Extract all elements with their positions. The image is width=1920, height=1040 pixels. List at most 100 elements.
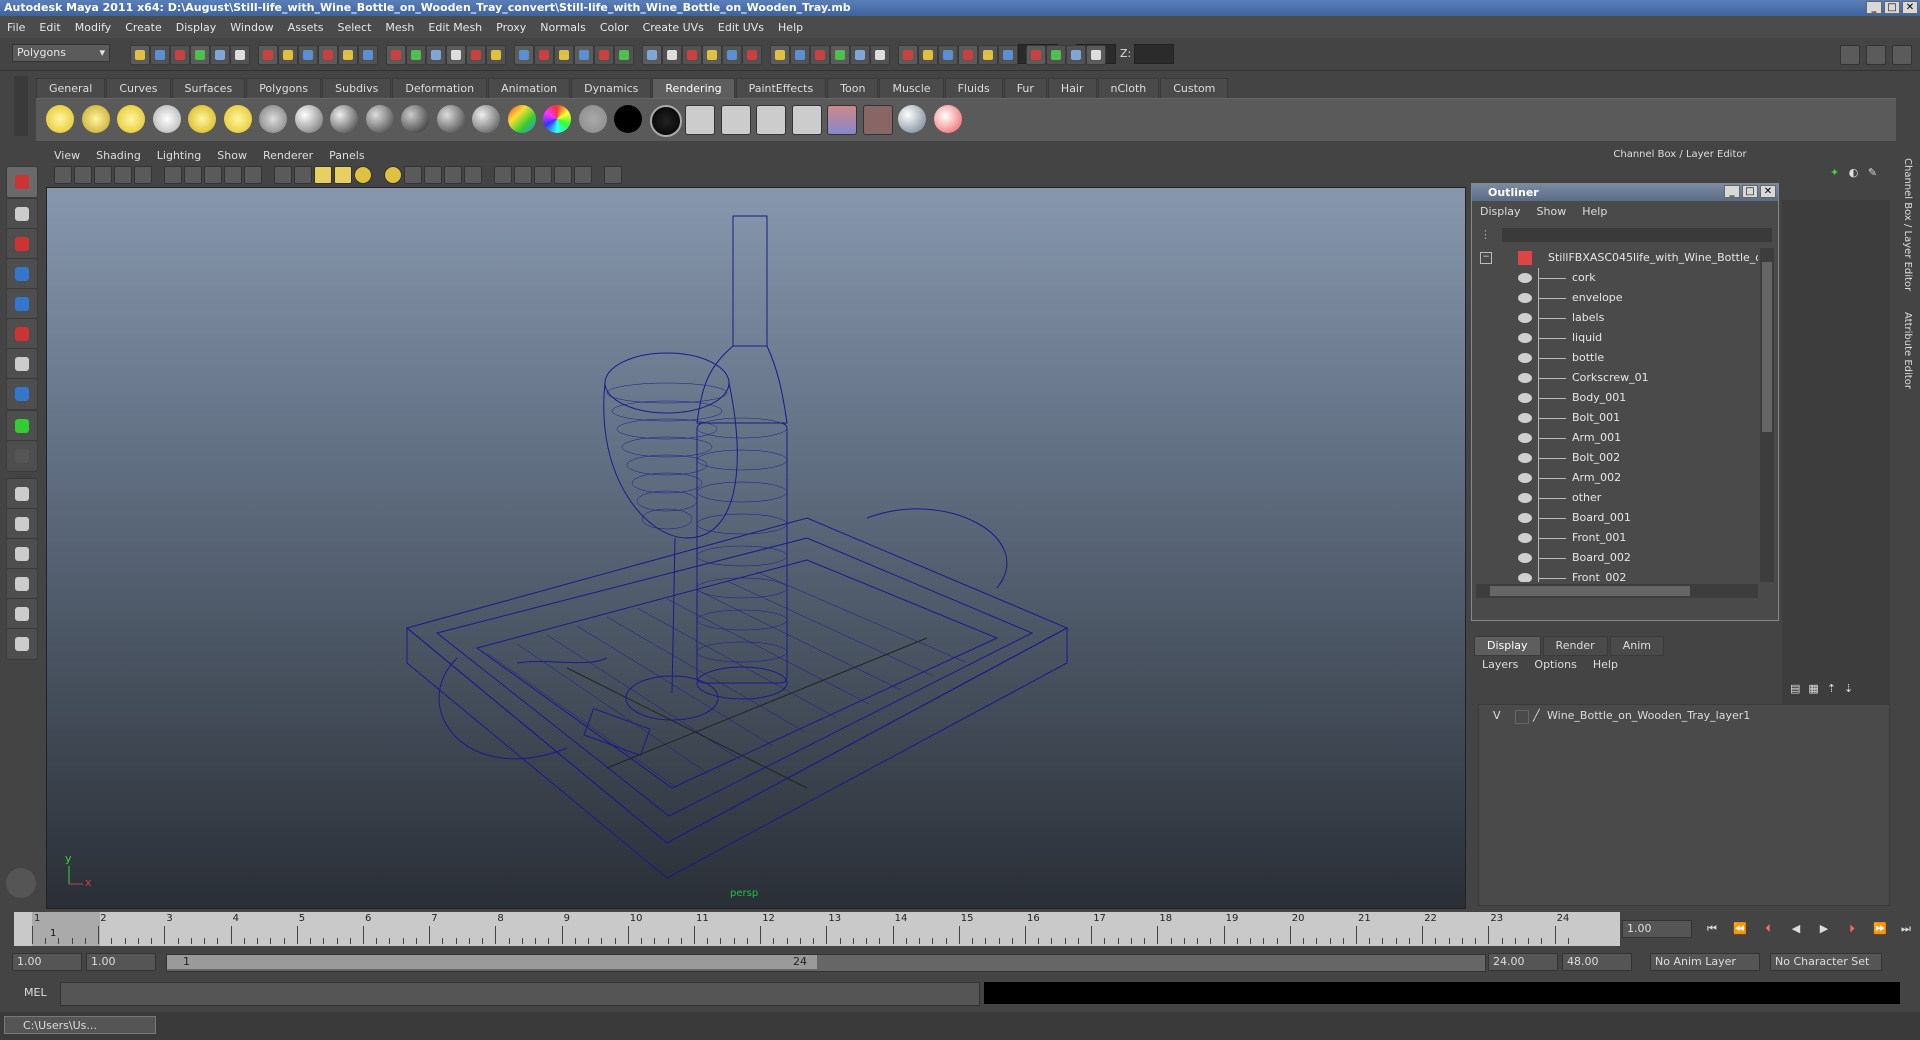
safe-title-icon[interactable] (274, 166, 292, 184)
snap-plane-icon[interactable] (662, 45, 682, 65)
outliner-item[interactable]: Front_002 (1476, 568, 1758, 582)
paint-select-icon[interactable] (6, 228, 38, 260)
select-component-icon[interactable] (918, 45, 938, 65)
mel-input[interactable] (60, 982, 980, 1006)
universal-manipulator-icon[interactable] (6, 348, 38, 380)
new-scene-icon[interactable] (466, 45, 486, 65)
menu-edit[interactable]: Edit (32, 21, 67, 34)
outliner-item[interactable]: Front_001 (1476, 528, 1758, 548)
menu-assets[interactable]: Assets (281, 21, 331, 34)
layer-menu-layers[interactable]: Layers (1474, 658, 1526, 671)
viewport-menu-show[interactable]: Show (209, 149, 255, 162)
layer-tab-anim[interactable]: Anim (1609, 636, 1664, 656)
toggle-ui-icon[interactable] (446, 45, 466, 65)
persp-viewport[interactable]: y x (46, 187, 1466, 909)
layer-tab-render[interactable]: Render (1542, 636, 1608, 656)
new-layer-from-selection-icon[interactable]: ▦ (1808, 682, 1818, 695)
scrollbar-thumb[interactable] (1490, 586, 1690, 596)
soft-mod-icon[interactable] (6, 378, 38, 410)
viewport-menu-view[interactable]: View (46, 149, 88, 162)
filter-icon[interactable]: ⋮ (1480, 228, 1491, 241)
shelf-menu-handle[interactable] (14, 76, 28, 136)
outliner-item[interactable]: bottle (1476, 348, 1758, 368)
ipr-render-icon[interactable] (386, 45, 406, 65)
use-all-lights-icon[interactable] (354, 166, 372, 184)
render-settings-icon[interactable] (406, 45, 426, 65)
snap-point-icon[interactable] (642, 45, 662, 65)
shelf-tab-rendering[interactable]: Rendering (652, 78, 735, 98)
render-layer-icon[interactable] (862, 105, 893, 135)
smooth-shade-icon[interactable] (314, 166, 332, 184)
area-light-icon[interactable] (188, 105, 216, 133)
render-view-icon[interactable] (685, 105, 715, 135)
minimized-window[interactable]: C:\Users\Us... (4, 1016, 156, 1034)
render-current-frame-icon[interactable] (720, 105, 751, 135)
menu-proxy[interactable]: Proxy (489, 21, 533, 34)
ipr-render-icon[interactable] (756, 105, 786, 135)
xray-icon[interactable] (424, 166, 442, 184)
select-hierarchy-icon[interactable] (534, 45, 554, 65)
select-hierarchy-icon[interactable] (870, 45, 890, 65)
save-scene-icon[interactable] (850, 45, 870, 65)
snap-grid-icon[interactable] (938, 45, 958, 65)
move-layer-down-icon[interactable]: ⇣ (1844, 682, 1853, 695)
grid-icon[interactable] (534, 166, 552, 184)
menu-edit-uvs[interactable]: Edit UVs (711, 21, 771, 34)
time-slider[interactable]: 1 1 2 3 4 5 6 7 8 9 10 11 12 13 14 15 16 17 18 19 20 21 22 23 2… (14, 912, 1620, 946)
move-layer-up-icon[interactable]: ⇡ (1827, 682, 1836, 695)
lasso-tool-icon[interactable] (6, 198, 38, 230)
directional-light-icon[interactable] (81, 105, 110, 133)
camera-attributes-icon[interactable] (74, 166, 92, 184)
mel-label[interactable]: MEL (24, 986, 47, 999)
sphere-icon[interactable]: ◐ (1849, 166, 1859, 179)
phong-e-icon[interactable] (401, 105, 429, 133)
ramp-shader-icon[interactable] (507, 105, 536, 133)
snap-plane-icon[interactable] (998, 45, 1018, 65)
snap-curve-icon[interactable] (614, 45, 634, 65)
outliner-filter-field[interactable] (1502, 228, 1772, 242)
outliner-close-button[interactable]: ✕ (1760, 185, 1776, 198)
current-frame-marker[interactable]: 1 (32, 912, 100, 946)
shelf-tab-ncloth[interactable]: nCloth (1097, 78, 1160, 98)
snap-grid-icon[interactable] (258, 45, 278, 65)
side-tab-attribute-editor[interactable]: Attribute Editor (1902, 312, 1913, 389)
outliner-item[interactable]: Bolt_001 (1476, 408, 1758, 428)
ocean-shader-icon[interactable] (649, 105, 682, 137)
gate-mask-icon[interactable] (204, 166, 222, 184)
isolate-select-icon[interactable] (404, 166, 422, 184)
shading-map-icon[interactable] (614, 105, 642, 133)
shelf-tab-general[interactable]: General (36, 78, 106, 98)
step-back-key-icon[interactable]: ⏪ (1732, 922, 1748, 936)
blinn-icon[interactable] (330, 105, 358, 133)
menu-color[interactable]: Color (593, 21, 636, 34)
step-forward-frame-icon[interactable]: ⏵ (1844, 922, 1860, 936)
z-field[interactable] (1134, 44, 1174, 64)
menu-edit-mesh[interactable]: Edit Mesh (421, 21, 489, 34)
go-to-start-icon[interactable]: ⏮ (1704, 922, 1720, 936)
scale-tool-icon[interactable] (6, 318, 38, 350)
mode-menu[interactable]: Polygons ▾ (12, 44, 110, 62)
film-gate-icon[interactable] (164, 166, 182, 184)
ipr-render-icon[interactable] (722, 45, 742, 65)
field-chart-icon[interactable] (224, 166, 242, 184)
viewport-menu-lighting[interactable]: Lighting (149, 149, 209, 162)
menu-file[interactable]: File (0, 21, 32, 34)
current-frame-field[interactable]: 1.00 (1622, 920, 1692, 938)
select-camera-icon[interactable] (444, 166, 462, 184)
single-perspective-layout-icon[interactable] (6, 478, 38, 510)
shelf-tab-painteffects[interactable]: PaintEffects (735, 78, 827, 98)
show-manipulator-icon[interactable] (6, 410, 38, 442)
resolution-gate-icon[interactable] (184, 166, 202, 184)
menu-create-uvs[interactable]: Create UVs (636, 21, 711, 34)
select-object-icon[interactable] (210, 45, 230, 65)
select-tool-icon[interactable] (6, 166, 38, 198)
grid-icon[interactable] (134, 166, 152, 184)
camera-icon[interactable] (259, 105, 287, 133)
ipr-render-icon[interactable] (1066, 45, 1086, 65)
layer-menu-help[interactable]: Help (1585, 658, 1626, 671)
shelf-tab-fluids[interactable]: Fluids (944, 78, 1003, 98)
outliner-item[interactable]: envelope (1476, 288, 1758, 308)
outliner-item[interactable]: Arm_001 (1476, 428, 1758, 448)
tool-settings-toggle-icon[interactable] (1892, 45, 1912, 65)
select-hierarchy-icon[interactable] (190, 45, 210, 65)
